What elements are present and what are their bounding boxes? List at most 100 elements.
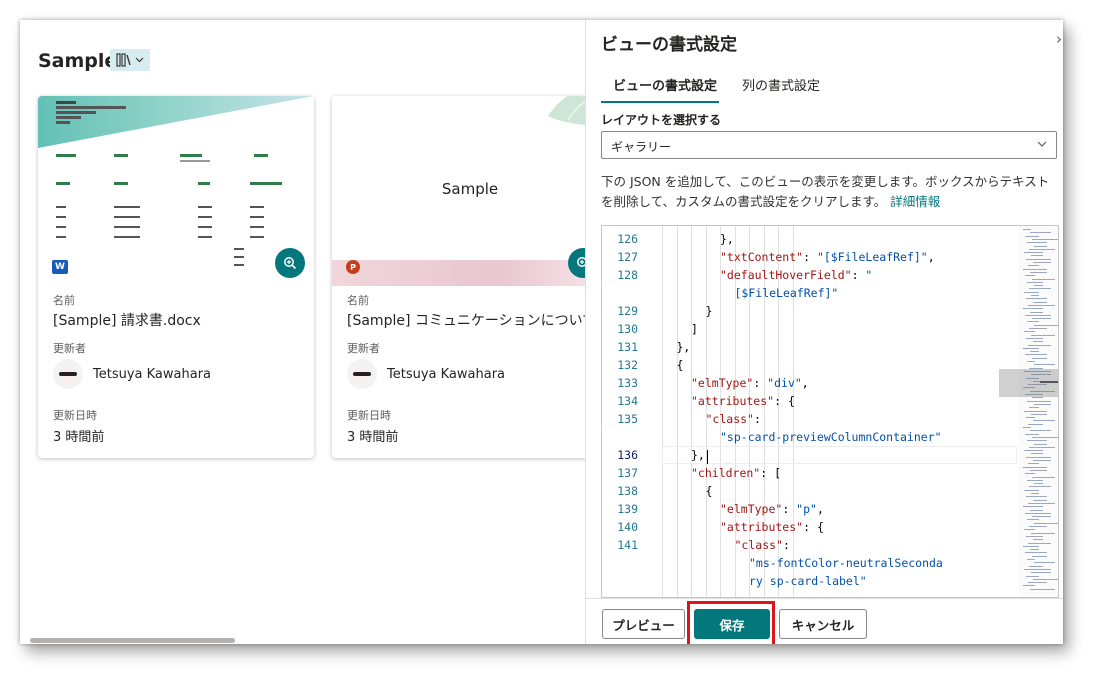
line-number: 132 <box>617 358 638 372</box>
more-info-link[interactable]: 詳細情報 <box>890 194 940 209</box>
word-file-icon: W <box>52 260 68 274</box>
modified-value: 3 時間前 <box>347 430 399 445</box>
code-line[interactable]: 137 "children": [ <box>602 466 1058 484</box>
code-line[interactable]: 132 { <box>602 358 1058 376</box>
chevron-down-icon <box>1037 141 1047 147</box>
description-text: 下の JSON を追加して、このビューの表示を変更します。ボックスからテキストを… <box>601 174 1050 209</box>
gallery-view-icon <box>116 53 131 67</box>
panel-title: ビューの書式設定 <box>601 35 737 55</box>
code-line[interactable]: 127 "txtContent": "[$FileLeafRef]", <box>602 250 1058 268</box>
code-text: "children": [ <box>691 466 782 480</box>
line-number: 140 <box>617 520 638 534</box>
file-name[interactable]: [Sample] コミュニケーションについて.pptx <box>347 310 608 330</box>
layout-dropdown[interactable]: ギャラリー <box>601 131 1057 159</box>
tab-format-columns[interactable]: 列の書式設定 <box>742 75 820 94</box>
code-text: "elmType": "div", <box>691 376 809 390</box>
line-number: 134 <box>617 394 638 408</box>
close-icon[interactable]: › <box>1056 30 1062 48</box>
file-card-pptx[interactable]: Sample P 名前 [Sample] コミュニケーションについて.pptx … <box>332 96 608 458</box>
code-line[interactable]: 134 "attributes": { <box>602 394 1058 412</box>
library-title: Sample <box>38 50 118 72</box>
code-minimap[interactable] <box>1019 226 1058 597</box>
line-number: 135 <box>617 412 638 426</box>
panel-footer: プレビュー 保存 キャンセル <box>586 598 1063 644</box>
code-line[interactable]: 138 { <box>602 484 1058 502</box>
avatar <box>347 359 377 389</box>
code-line[interactable]: 135 "class": <box>602 412 1058 430</box>
person-name: Tetsuya Kawahara <box>93 366 212 382</box>
code-line[interactable]: 126}, <box>602 232 1058 250</box>
modified-by-person: Tetsuya Kawahara <box>53 359 211 389</box>
code-text: { <box>705 484 713 498</box>
code-line[interactable]: ry sp-card-label" <box>602 574 1058 592</box>
slide-thumbnail: Sample P <box>332 96 608 286</box>
code-line[interactable]: 136}, <box>602 448 1058 466</box>
tab-format-view[interactable]: ビューの書式設定 <box>613 75 717 94</box>
name-label: 名前 <box>53 294 75 307</box>
preview-button[interactable]: プレビュー <box>602 609 685 639</box>
modified-label: 更新日時 <box>347 409 391 422</box>
code-line[interactable]: 129} <box>602 304 1058 322</box>
code-text: }, <box>691 448 705 462</box>
horizontal-scrollbar[interactable] <box>30 638 235 643</box>
code-text: "elmType": "p", <box>720 502 824 516</box>
name-label: 名前 <box>347 294 369 307</box>
view-switcher-button[interactable] <box>110 49 150 71</box>
code-line[interactable]: 139 "elmType": "p", <box>602 502 1058 520</box>
code-line[interactable]: "ms-fontColor-neutralSeconda <box>602 556 1058 574</box>
chevron-down-icon <box>135 57 144 63</box>
preview-zoom-button[interactable] <box>275 248 305 278</box>
modified-by-label: 更新者 <box>347 342 380 355</box>
format-view-panel: ビューの書式設定 › ビューの書式設定 列の書式設定 レイアウトを選択する ギャ… <box>585 20 1063 644</box>
modified-label: 更新日時 <box>53 409 97 422</box>
line-number: 141 <box>617 538 638 552</box>
modified-by-label: 更新者 <box>53 342 86 355</box>
sharepoint-window: Sample W 名前 [Sample] 請求書.docx 更新者 Tetsuy… <box>20 20 1063 644</box>
text-caret <box>707 450 708 464</box>
cancel-button[interactable]: キャンセル <box>779 609 867 639</box>
line-number: 136 <box>617 448 638 462</box>
layout-label: レイアウトを選択する <box>601 113 722 127</box>
line-number: 128 <box>617 268 638 282</box>
code-text: "class": <box>734 538 790 552</box>
code-text: }, <box>720 232 734 246</box>
file-card-docx[interactable]: W 名前 [Sample] 請求書.docx 更新者 Tetsuya Kawah… <box>38 96 314 458</box>
code-line[interactable]: 130] <box>602 322 1058 340</box>
code-text: "attributes": { <box>691 394 795 408</box>
file-name[interactable]: [Sample] 請求書.docx <box>53 310 201 330</box>
code-line[interactable]: 131}, <box>602 340 1058 358</box>
json-code-editor[interactable]: 126}, 127 "txtContent": "[$FileLeafRef]", 1… <box>601 225 1059 598</box>
line-number: 139 <box>617 502 638 516</box>
code-text: "txtContent": "[$FileLeafRef]", <box>720 250 935 264</box>
code-text: "defaultHoverField": " <box>720 268 873 282</box>
code-line[interactable]: 140 "attributes": { <box>602 520 1058 538</box>
code-text: { <box>676 358 684 372</box>
line-number: 127 <box>617 250 638 264</box>
code-line[interactable]: [$FileLeafRef]" <box>602 286 1058 304</box>
code-text: "sp-card-previewColumnContainer" <box>720 430 942 444</box>
code-text: "class": <box>705 412 761 426</box>
code-line[interactable]: 133 "elmType": "div", <box>602 376 1058 394</box>
avatar <box>53 359 83 389</box>
code-text: } <box>705 304 713 318</box>
slide-title: Sample <box>441 180 499 198</box>
layout-dropdown-value: ギャラリー <box>611 140 672 154</box>
line-number: 126 <box>617 232 638 246</box>
code-text: "ms-fontColor-neutralSeconda <box>749 556 943 570</box>
powerpoint-file-icon: P <box>346 260 360 274</box>
code-text: "attributes": { <box>720 520 824 534</box>
code-line[interactable]: 128 "defaultHoverField": " <box>602 268 1058 286</box>
minimap-slider[interactable] <box>999 369 1058 397</box>
code-text: ry sp-card-label" <box>749 574 867 588</box>
description: 下の JSON を追加して、このビューの表示を変更します。ボックスからテキストを… <box>601 172 1061 212</box>
zoom-in-icon <box>284 257 297 270</box>
code-line[interactable]: 141 "class": <box>602 538 1058 556</box>
save-button-highlight <box>687 601 775 644</box>
code-line[interactable]: "sp-card-previewColumnContainer" <box>602 430 1058 448</box>
line-number: 133 <box>617 376 638 390</box>
code-text: [$FileLeafRef]" <box>734 286 839 300</box>
code-text: }, <box>676 340 691 354</box>
modified-value: 3 時間前 <box>53 430 105 445</box>
line-number: 131 <box>617 340 638 354</box>
document-thumbnail: W <box>38 96 314 286</box>
